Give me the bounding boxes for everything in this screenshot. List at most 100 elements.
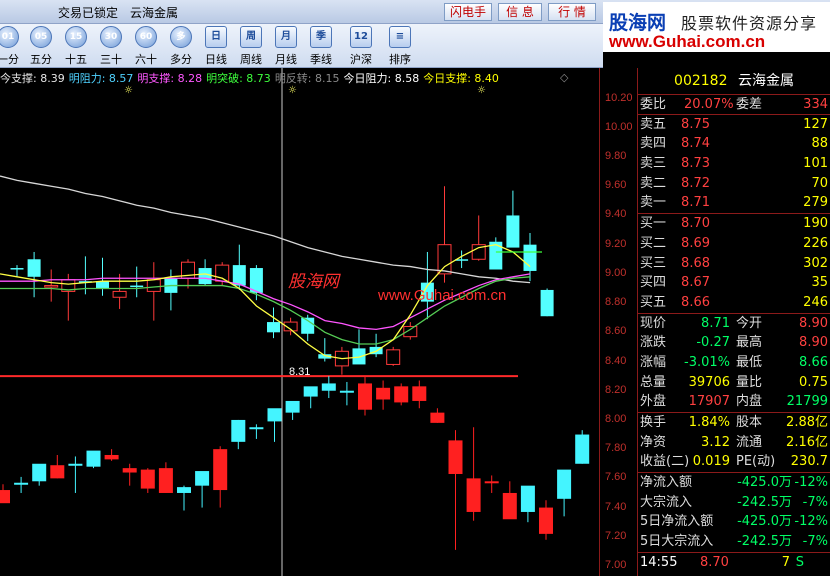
flow-percent: -7% — [802, 534, 828, 550]
period-day-button[interactable]: 日日线 — [202, 26, 230, 67]
price-tick-label: 9.40 — [605, 208, 627, 221]
band-candle — [158, 468, 173, 493]
stat-value: 2.16亿 — [786, 434, 828, 450]
order-price: 8.68 — [681, 255, 710, 271]
price-tick-label: 8.00 — [605, 412, 627, 425]
order-label: 卖二 — [640, 175, 667, 191]
calendar-icon: 月 — [275, 26, 297, 48]
fundamental-row: 换手 1.84% 股本 2.88亿 — [638, 413, 830, 433]
price-tick-label: 9.60 — [605, 179, 627, 192]
band-candle — [466, 478, 481, 512]
tick-time: 14:55 — [640, 573, 677, 576]
flow-value: -425.0万 — [737, 475, 792, 491]
band-candle — [430, 412, 445, 423]
flow-label: 5日大宗流入 — [640, 534, 714, 550]
stat-label: 内盘 — [736, 394, 763, 410]
calendar-icon: 季 — [310, 26, 332, 48]
stat-value: 17907 — [688, 394, 730, 410]
period-week-button[interactable]: 周周线 — [237, 26, 265, 67]
quote-header: 002182 云海金属 — [638, 68, 830, 95]
fundamental-stats: 换手 1.84% 股本 2.88亿 净资 3.12 流通 2.16亿 收益(二) 0.019 PE(… — [638, 413, 830, 474]
info-button[interactable]: 信 息 — [498, 3, 542, 21]
calendar-icon: 日 — [205, 26, 227, 48]
price-axis: 7.00 7.20 7.40 7.60 7.80 8.00 8.20 8.40 8.60 8.80… — [600, 68, 637, 576]
order-label: 卖一 — [640, 195, 667, 211]
order-qty: 35 — [811, 275, 828, 291]
band-candle — [122, 468, 137, 473]
price-tick-label: 8.60 — [605, 325, 627, 338]
band-candle — [195, 471, 210, 486]
order-price: 8.74 — [681, 136, 710, 152]
buy-order-row: 买五 8.66 246 — [638, 293, 830, 313]
stat-label: PE(动) — [736, 454, 776, 470]
period-30min-button[interactable]: 30 三十 — [97, 26, 125, 67]
period-month-button[interactable]: 月月线 — [272, 26, 300, 67]
order-label: 卖三 — [640, 156, 667, 172]
band-candle — [32, 463, 47, 482]
clock-icon: 60 — [135, 26, 157, 48]
band-candle — [0, 490, 10, 504]
sun-marker-icon: ☼ — [477, 85, 486, 96]
order-label: 买四 — [640, 275, 667, 291]
period-1min-button[interactable]: 01 一分 — [0, 26, 22, 67]
period-5min-button[interactable]: 05 五分 — [27, 26, 55, 67]
band-candle — [484, 481, 499, 484]
sun-marker-icon: ☼ — [124, 85, 133, 96]
order-price: 8.75 — [681, 116, 710, 132]
indicator-legend: 今支撑: 8.39 明阻力: 8.57 明支撑: 8.28 明突破: 8.73 明反转:… — [0, 70, 503, 85]
price-candle — [506, 215, 520, 248]
flow-value: -242.5万 — [737, 534, 792, 550]
price-tick-label: 7.00 — [605, 559, 627, 571]
sell-order-row: 卖二 8.72 70 — [638, 174, 830, 194]
period-quarter-button[interactable]: 季季线 — [307, 26, 335, 67]
band-candle — [376, 387, 391, 400]
price-tick-label: 7.20 — [605, 529, 627, 542]
flow-label: 净流入额 — [640, 475, 693, 491]
flow-row: 净流入额 -425.0万 -12% — [638, 473, 830, 493]
period-multi-button[interactable]: 多多分 — [167, 26, 195, 67]
price-tick-label: 7.40 — [605, 500, 627, 513]
sort-icon: ≡ — [389, 26, 411, 48]
brand-banner: 股海网 股票软件资源分享 www.Guhai.com.cn — [603, 2, 830, 52]
order-label: 卖五 — [640, 116, 667, 132]
watermark-url: www.Guhai.com.cn — [377, 287, 506, 304]
stat-label: 股本 — [736, 415, 763, 430]
price-tick-label: 8.40 — [605, 354, 627, 367]
flash-trade-button[interactable]: 闪电手 — [444, 3, 492, 21]
band-candle — [412, 386, 427, 401]
sell-order-row: 卖三 8.73 101 — [638, 154, 830, 174]
band-candle — [575, 434, 590, 464]
stat-value: -3.01% — [684, 354, 730, 370]
band-candle — [140, 469, 155, 489]
stat-value: 1.84% — [688, 415, 730, 430]
order-qty: 246 — [803, 294, 828, 310]
brand-url: www.Guhai.com.cn — [609, 32, 766, 51]
quote-button[interactable]: 行 情 — [548, 3, 596, 21]
sort-button[interactable]: ≡ 排序 — [386, 26, 414, 67]
clock-icon: 30 — [100, 26, 122, 48]
period-60min-button[interactable]: 60 六十 — [132, 26, 160, 67]
legend-item: 今日支撑: 8.40 — [423, 72, 499, 85]
legend-item: 明突破: 8.73 — [206, 72, 271, 85]
order-label: 卖四 — [640, 136, 667, 152]
stat-label: 现价 — [640, 315, 667, 331]
price-tick-label: 9.20 — [605, 237, 627, 250]
flow-percent: -7% — [802, 494, 828, 510]
order-qty: 302 — [803, 255, 828, 271]
stat-label: 最低 — [736, 354, 763, 370]
period-15min-button[interactable]: 15 十五 — [62, 26, 90, 67]
order-qty: 101 — [803, 156, 828, 172]
stat-label: 净资 — [640, 434, 667, 450]
market-hs-button[interactable]: 12 沪深 — [347, 26, 375, 67]
band-candle — [267, 408, 282, 422]
kline-chart[interactable]: 8.31 股海网 www.Guhai.com.cn ☼ ☼ ☼ ◇ — [0, 68, 600, 576]
brand-name: 股海网 — [609, 12, 667, 34]
band-candle — [303, 386, 318, 397]
tick-time: 14:55 — [640, 554, 678, 570]
band-candle — [86, 450, 101, 467]
stat-value: -0.27 — [696, 335, 730, 351]
sell-order-row: 卖一 8.71 279 — [638, 193, 830, 213]
buy-order-row: 买一 8.70 190 — [638, 214, 830, 234]
weibi-row: 委比 20.07% 委差 334 — [638, 95, 830, 115]
stat-value: 21799 — [786, 394, 828, 410]
